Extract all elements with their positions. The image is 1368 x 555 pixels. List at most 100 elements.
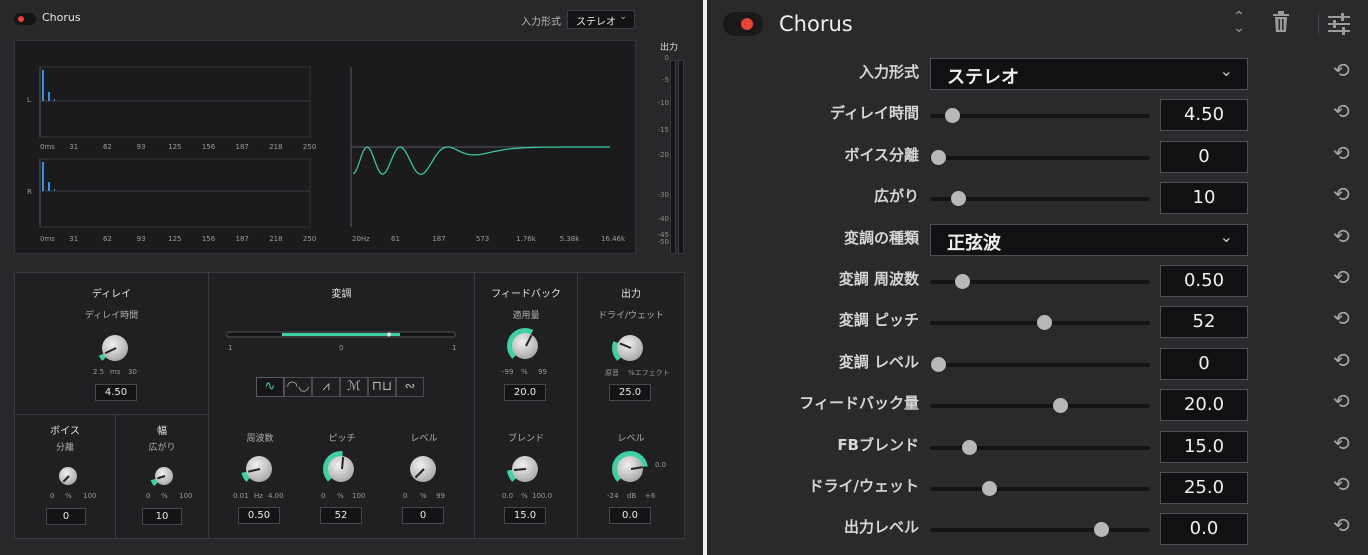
param-slider-thumb[interactable] [1094, 522, 1110, 538]
param-slider-thumb[interactable] [931, 356, 946, 372]
param-slider-thumb[interactable] [955, 274, 971, 289]
param-select[interactable]: ステレオ ⌄ [930, 58, 1248, 90]
param-row: 入力形式 ステレオ ⌄ ⟲ [707, 54, 1368, 92]
voice-separation-knob[interactable] [54, 462, 82, 490]
wave-triangle-button[interactable]: ◠◡ [284, 377, 312, 397]
param-slider[interactable] [930, 522, 1150, 538]
width-title: 幅 [157, 426, 167, 437]
time-tick-label: 125 [168, 235, 181, 243]
param-slider-thumb[interactable] [961, 439, 977, 455]
time-tick-label: 31 [69, 235, 78, 243]
mod-range-slider[interactable] [224, 328, 460, 342]
drywet-value[interactable]: 25.0 [609, 384, 651, 401]
feedback-blend-knob[interactable] [507, 451, 543, 487]
freq-tick-label: 16.46k [601, 235, 626, 243]
settings-sliders-icon[interactable] [1327, 13, 1351, 40]
param-slider-thumb[interactable] [931, 149, 946, 165]
reset-icon[interactable]: ⟲ [1333, 472, 1350, 496]
reset-icon[interactable]: ⟲ [1333, 306, 1350, 330]
mod-frequency-value[interactable]: 0.50 [238, 507, 280, 524]
param-slider-thumb[interactable] [951, 191, 967, 207]
mod-range-min: 1 [228, 344, 233, 352]
param-value-field[interactable]: 52 [1160, 306, 1248, 339]
bypass-toggle[interactable] [14, 13, 36, 25]
wave-sine-button[interactable]: ∿ [256, 377, 284, 397]
graph-canvas: L 0ms 31 62 93 125 156 187 218 250 R 0ms 31 62 93 125 15… [27, 66, 626, 243]
bypass-toggle[interactable] [723, 12, 763, 36]
reset-icon[interactable]: ⟲ [1333, 141, 1350, 165]
param-slider[interactable] [930, 315, 1150, 331]
param-value-field[interactable]: 0.50 [1160, 265, 1248, 297]
width-spread-knob[interactable] [150, 462, 178, 490]
input-format-select[interactable]: ステレオ ⌄ [567, 10, 635, 29]
param-label: ディレイ時間 [830, 104, 919, 123]
param-slider-thumb[interactable] [945, 108, 961, 124]
param-value-field[interactable]: 0 [1160, 140, 1248, 173]
param-slider[interactable] [930, 398, 1150, 414]
param-value-field[interactable]: 25.0 [1160, 472, 1248, 504]
feedback-blend-value[interactable]: 15.0 [504, 507, 546, 524]
delay-tap-l-main [42, 70, 44, 101]
delay-time-value[interactable]: 4.50 [95, 384, 137, 401]
param-value-field[interactable]: 0.0 [1160, 513, 1248, 546]
reset-icon[interactable]: ⟲ [1333, 265, 1350, 289]
param-slider[interactable] [930, 191, 1150, 207]
reset-icon[interactable]: ⟲ [1333, 431, 1350, 455]
trash-icon[interactable] [1272, 11, 1290, 38]
reset-icon[interactable]: ⟲ [1333, 513, 1350, 537]
reset-icon[interactable]: ⟲ [1333, 99, 1350, 123]
param-slider[interactable] [930, 274, 1150, 289]
param-select[interactable]: 正弦波 ⌄ [930, 223, 1248, 256]
param-slider-thumb[interactable] [982, 481, 997, 496]
param-label: 出力レベル [843, 518, 919, 537]
param-value-field[interactable]: 4.50 [1160, 99, 1248, 132]
fbblend-range-unit: % [521, 492, 528, 500]
wave-sawtooth-up-button[interactable]: ⩘ [312, 377, 340, 397]
param-slider-thumb[interactable] [1053, 398, 1069, 414]
chevron-down-icon: ⌄ [1219, 61, 1233, 80]
time-tick-label: 250 [303, 235, 316, 243]
move-updown-icon[interactable]: ⌃ ⌄ [1231, 10, 1247, 35]
voice-separation-value[interactable]: 0 [46, 508, 86, 525]
param-slider[interactable] [930, 108, 1150, 124]
feedback-amount-knob[interactable] [507, 328, 543, 364]
mod-pitch-label: ピッチ [328, 434, 356, 444]
voice-range-min: 0 [50, 492, 55, 500]
param-slider-thumb[interactable] [1037, 315, 1053, 331]
reset-icon[interactable]: ⟲ [1333, 389, 1350, 413]
reset-icon[interactable]: ⟲ [1333, 348, 1350, 372]
param-value-field[interactable]: 15.0 [1160, 430, 1248, 463]
param-slider[interactable] [930, 149, 1150, 165]
mod-frequency-knob[interactable] [241, 451, 277, 487]
param-slider[interactable] [930, 481, 1150, 496]
wave-square-button[interactable]: ⊓⊔ [368, 377, 396, 397]
time-tick-label: 250 [303, 143, 316, 151]
param-value-field[interactable]: 10 [1160, 182, 1248, 215]
width-range-min: 0 [146, 492, 151, 500]
output-meter-label: 出力 [660, 43, 679, 53]
feedback-amount-value[interactable]: 20.0 [504, 384, 546, 401]
mod-level-value[interactable]: 0 [402, 507, 444, 524]
wave-sawtooth-down-button[interactable]: ℳ [340, 377, 368, 397]
output-level-knob[interactable] [612, 451, 648, 487]
output-level-value[interactable]: 0.0 [609, 507, 651, 524]
param-slider[interactable] [930, 439, 1150, 455]
meter-scale: 0 -5 -10 -15 -20 -30 -40 -45 -50 [651, 54, 669, 254]
width-spread-value[interactable]: 10 [142, 508, 182, 525]
mod-level-knob[interactable] [405, 451, 441, 487]
param-value-field[interactable]: 20.0 [1160, 389, 1248, 422]
mod-pitch-knob[interactable] [323, 451, 359, 487]
level-range-min: 0 [403, 492, 408, 500]
delay-time-knob[interactable] [97, 330, 133, 366]
param-slider[interactable] [930, 356, 1150, 372]
drywet-knob[interactable] [612, 330, 648, 366]
time-tick-label: 187 [236, 143, 249, 151]
param-value-field[interactable]: 0 [1160, 347, 1248, 380]
channel-label: L [27, 96, 31, 104]
mod-pitch-value[interactable]: 52 [320, 507, 362, 524]
reset-icon[interactable]: ⟲ [1333, 58, 1350, 82]
reset-icon[interactable]: ⟲ [1333, 224, 1350, 248]
time-tick-label: 218 [269, 235, 282, 243]
reset-icon[interactable]: ⟲ [1333, 182, 1350, 206]
wave-random-button[interactable]: ∾ [396, 377, 424, 397]
